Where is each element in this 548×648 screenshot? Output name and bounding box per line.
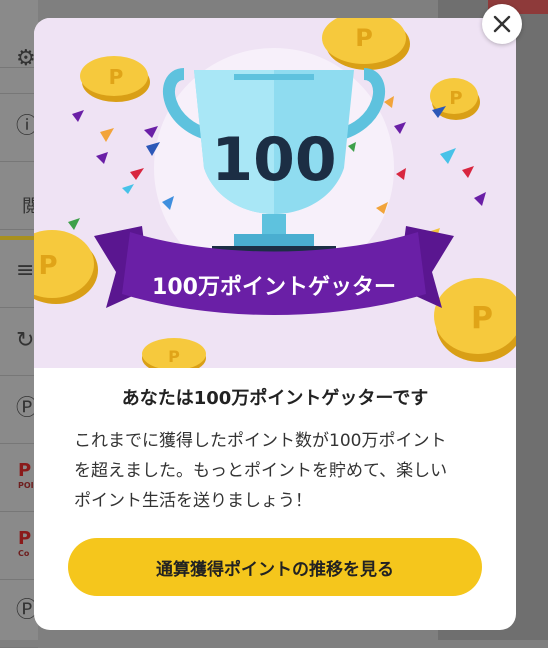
coin-icon: P xyxy=(80,56,150,102)
svg-text:P: P xyxy=(109,65,124,89)
coin-icon: P xyxy=(434,278,516,362)
refresh-icon: ↻ xyxy=(16,328,35,353)
modal-body-text: これまでに獲得したポイント数が100万ポイント を超えました。もっとポイントを貯… xyxy=(74,431,448,511)
coin-icon: P xyxy=(322,18,410,70)
brand-logo: P POI xyxy=(18,460,34,490)
trophy-illustration: P P P P P P 100 100万ポイントゲッター xyxy=(34,18,516,368)
achievement-modal: P P P P P P 100 100万ポイントゲッター あなたは100万ポイン… xyxy=(34,18,516,630)
sidebar-row-info: ⓘ xyxy=(0,94,38,162)
sidebar-row-point: Ⓟ xyxy=(0,376,38,444)
background-sidebar: ⚙ ⓘ 閲 ≡ ↻ Ⓟ P POI P Co Ⓟ xyxy=(0,0,40,648)
svg-text:P: P xyxy=(38,251,57,281)
trophy-number: 100 xyxy=(211,125,336,195)
gear-icon: ⚙ xyxy=(16,46,36,71)
close-icon xyxy=(493,15,511,33)
close-button[interactable] xyxy=(482,4,522,44)
sidebar-row-browse: 閲 xyxy=(0,162,40,230)
sidebar-row-history: ≡ xyxy=(0,240,38,308)
sidebar-row-point-2: Ⓟ xyxy=(0,580,38,648)
coin-icon: P xyxy=(142,338,206,368)
svg-text:P: P xyxy=(168,347,180,366)
hero-illustration: P P P P P P 100 100万ポイントゲッター xyxy=(34,18,516,368)
ribbon-text: 100万ポイントゲッター xyxy=(152,274,396,300)
svg-text:P: P xyxy=(471,301,493,336)
view-point-history-button[interactable]: 通算獲得ポイントの推移を見る xyxy=(68,538,482,596)
svg-text:P: P xyxy=(355,24,373,52)
sidebar-row-brand-1: P POI xyxy=(0,444,38,512)
modal-headline: あなたは100万ポイントゲッターです xyxy=(121,388,429,409)
speed-icon: ≡ xyxy=(16,258,35,283)
sidebar-row-brand-2: P Co xyxy=(0,512,38,580)
sidebar-row-settings: ⚙ xyxy=(0,26,38,94)
brand-logo: P Co xyxy=(18,528,32,558)
coin-icon: P xyxy=(34,230,98,304)
sidebar-row-exchange: ↻ xyxy=(0,308,38,376)
svg-text:P: P xyxy=(449,88,462,109)
